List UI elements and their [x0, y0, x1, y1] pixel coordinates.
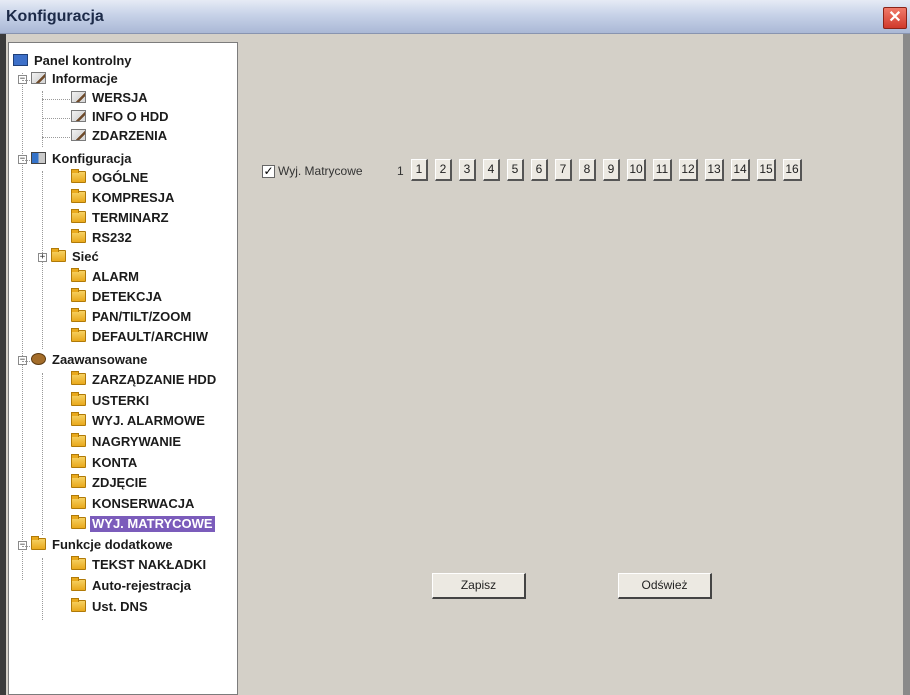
- window-title: Konfiguracja: [6, 8, 104, 25]
- navigation-tree: Panel kontrolny − Informacje WERSJA INFO…: [8, 42, 238, 695]
- matrix-channel-button-12[interactable]: 12: [679, 159, 698, 181]
- folder-icon: [71, 328, 86, 342]
- matrix-channel-button-1[interactable]: 1: [411, 159, 428, 181]
- matrix-output-label: Wyj. Matrycowe: [278, 164, 363, 178]
- folder-icon: [71, 474, 86, 488]
- folder-icon: [71, 577, 86, 591]
- matrix-channel-button-14[interactable]: 14: [731, 159, 750, 181]
- document-pen-icon: [71, 91, 86, 103]
- refresh-button[interactable]: Odśwież: [618, 573, 712, 599]
- tree-line: [22, 80, 30, 81]
- folder-icon: [71, 556, 86, 570]
- folder-icon: [71, 229, 86, 243]
- folder-icon: [71, 412, 86, 426]
- folder-icon: [71, 433, 86, 447]
- content-panel: [244, 42, 902, 695]
- folder-icon: [71, 308, 86, 322]
- tree-line: [42, 373, 43, 535]
- matrix-channel-button-4[interactable]: 4: [483, 159, 500, 181]
- matrix-channel-button-3[interactable]: 3: [459, 159, 476, 181]
- folder-icon: [71, 288, 86, 302]
- document-pen-icon: [31, 72, 46, 84]
- expand-siec-icon[interactable]: +: [38, 253, 47, 262]
- tree-line: [22, 546, 30, 547]
- tree-line: [42, 137, 70, 138]
- folder-icon: [51, 248, 66, 262]
- folder-icon: [71, 495, 86, 509]
- matrix-channel-button-13[interactable]: 13: [705, 159, 724, 181]
- tree-line: [22, 73, 23, 580]
- matrix-channel-button-9[interactable]: 9: [603, 159, 620, 181]
- folder-icon: [71, 371, 86, 385]
- matrix-channel-button-2[interactable]: 2: [435, 159, 452, 181]
- folder-icon: [71, 209, 86, 223]
- matrix-channel-button-5[interactable]: 5: [507, 159, 524, 181]
- document-pen-icon: [71, 110, 86, 122]
- window-frame-left: [0, 34, 6, 695]
- monitor-icon: [13, 54, 28, 66]
- folder-icon: [71, 454, 86, 468]
- tree-line: [42, 99, 70, 100]
- folder-icon: [71, 598, 86, 612]
- tree-line: [22, 160, 30, 161]
- matrix-output-checkbox[interactable]: ✓: [262, 165, 275, 178]
- matrix-first-channel: 1: [397, 164, 404, 178]
- save-button[interactable]: Zapisz: [432, 573, 526, 599]
- close-button[interactable]: ✕: [883, 7, 907, 29]
- matrix-channel-button-10[interactable]: 10: [627, 159, 646, 181]
- tree-line: [22, 361, 30, 362]
- folder-icon: [71, 189, 86, 203]
- tree-line: [42, 118, 70, 119]
- matrix-channel-button-6[interactable]: 6: [531, 159, 548, 181]
- folder-icon: [71, 392, 86, 406]
- tree-line: [42, 558, 43, 620]
- matrix-channel-button-7[interactable]: 7: [555, 159, 572, 181]
- matrix-channel-button-8[interactable]: 8: [579, 159, 596, 181]
- folder-icon: [31, 536, 46, 550]
- folder-icon: [71, 268, 86, 282]
- gear-icon: [31, 353, 46, 365]
- document-pen-icon: [71, 129, 86, 141]
- matrix-channel-button-15[interactable]: 15: [757, 159, 776, 181]
- folder-icon: [71, 515, 86, 529]
- matrix-channel-button-16[interactable]: 16: [783, 159, 802, 181]
- window-frame-right: [903, 34, 910, 695]
- tools-icon: [31, 152, 46, 164]
- folder-icon: [71, 169, 86, 183]
- matrix-channel-button-11[interactable]: 11: [653, 159, 672, 181]
- title-bar: Konfiguracja ✕: [0, 0, 910, 34]
